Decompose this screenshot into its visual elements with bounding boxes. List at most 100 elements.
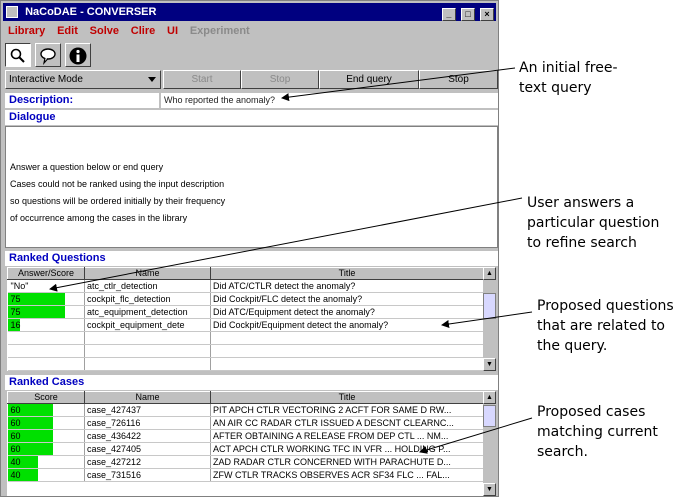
case-title: AN AIR CC RADAR CTLR ISSUED A DESCNT CLE… [210,416,483,430]
case-title: ZAD RADAR CTLR CONCERNED WITH PARACHUTE … [210,455,483,469]
stop-disabled-button[interactable]: Stop [241,70,319,89]
scroll-thumb[interactable] [483,405,496,427]
mode-select[interactable]: Interactive Mode [5,70,161,89]
dialog-tool-button[interactable] [34,43,61,67]
scroll-up-icon[interactable]: ▲ [483,267,496,280]
dialogue-line: Cases could not be ranked using the inpu… [10,179,225,189]
question-title: Did Cockpit/FLC detect the anomaly? [210,292,484,306]
table-row[interactable]: 60 case_726116 AN AIR CC RADAR CTLR ISSU… [7,416,483,430]
maximize-button[interactable]: □ [460,8,475,21]
control-row: Interactive Mode Start Stop End query St… [5,70,498,90]
dialogue-text-area: Answer a question below or end query Cas… [5,126,498,248]
app-icon [6,6,18,18]
question-title: Did Cockpit/Equipment detect the anomaly… [210,318,484,332]
case-name: case_427437 [84,403,211,417]
menu-experiment[interactable]: Experiment [190,22,250,40]
case-name: case_436422 [84,429,211,443]
table-row[interactable]: "No" atc_ctlr_detection Did ATC/CTLR det… [7,279,484,293]
dialogue-line: Answer a question below or end query [10,162,164,172]
scroll-down-icon[interactable]: ▼ [483,358,496,371]
window-title: NaCoDAE - CONVERSER [25,6,157,18]
end-query-button[interactable]: End query [319,70,419,89]
scroll-down-icon[interactable]: ▼ [483,483,496,496]
ranked-questions-heading: Ranked Questions [5,251,498,266]
cases-table: Score Name Title 60 case_427437 PIT APCH… [7,391,483,496]
case-name: case_731516 [84,468,211,482]
question-name: cockpit_flc_detection [84,292,211,306]
mode-select-value: Interactive Mode [9,74,83,85]
case-title: ZFW CTLR TRACKS OBSERVES ACR SF34 FLC ..… [210,468,483,482]
answer-cell[interactable]: "No" [7,279,85,293]
annotation-proposed-questions: Proposed questions that are related to the… [537,298,674,354]
description-input[interactable]: Who reported the anomaly? [161,93,498,108]
column-header-title[interactable]: Title [210,267,484,280]
column-header-name[interactable]: Name [84,267,211,280]
menu-clire[interactable]: Clire [131,22,155,40]
score-cell: 75 [7,292,85,306]
table-row [7,344,484,358]
close-button[interactable]: × [480,8,494,21]
table-row [7,357,484,371]
minimize-button[interactable]: _ [441,8,456,21]
chevron-down-icon [148,77,156,82]
menu-solve[interactable]: Solve [90,22,119,40]
dialog-bubble-icon [40,48,56,66]
table-row[interactable]: 60 case_436422 AFTER OBTAINING A RELEASE… [7,429,483,443]
score-cell: 60 [7,429,85,443]
score-cell: 60 [7,442,85,456]
dialogue-line: so questions will be ordered initially b… [10,196,226,206]
info-icon [69,47,87,65]
case-name: case_427212 [84,455,211,469]
questions-scrollbar[interactable]: ▲ ▼ [483,267,496,371]
dialogue-heading: Dialogue [5,110,498,125]
case-title: ACT APCH CTLR WORKING TFC IN VFR ... HOL… [210,442,483,456]
description-label: Description: [5,93,159,108]
converser-window: NaCoDAE - CONVERSER _ □ × Library Edit S… [0,0,499,497]
table-row[interactable]: 40 case_427212 ZAD RADAR CTLR CONCERNED … [7,455,483,469]
table-row[interactable]: 16 cockpit_equipment_dete Did Cockpit/Eq… [7,318,484,332]
case-title: AFTER OBTAINING A RELEASE FROM DEP CTL .… [210,429,483,443]
case-title: PIT APCH CTLR VECTORING 2 ACFT FOR SAME … [210,403,483,417]
score-cell: 75 [7,305,85,319]
table-row[interactable]: 75 cockpit_flc_detection Did Cockpit/FLC… [7,292,484,306]
column-header-score[interactable]: Score [7,391,85,404]
menu-library[interactable]: Library [8,22,45,40]
question-title: Did ATC/Equipment detect the anomaly? [210,305,484,319]
score-cell: 40 [7,455,85,469]
score-cell: 60 [7,403,85,417]
annotation-initial-query: An initial free-text query [519,60,618,96]
dialogue-line: of occurrence among the cases in the lib… [10,213,188,223]
stop-button[interactable]: Stop [419,70,498,89]
column-header-title[interactable]: Title [210,391,483,404]
toolbar [5,43,92,69]
menu-ui[interactable]: UI [167,22,178,40]
column-header-answer-score[interactable]: Answer/Score [7,267,85,280]
questions-table: Answer/Score Name Title "No" atc_ctlr_de… [7,267,484,371]
info-tool-button[interactable] [64,43,91,67]
table-row[interactable]: 60 case_427405 ACT APCH CTLR WORKING TFC… [7,442,483,456]
score-cell: 40 [7,468,85,482]
table-row[interactable]: 75 atc_equipment_detection Did ATC/Equip… [7,305,484,319]
title-bar[interactable]: NaCoDAE - CONVERSER _ □ × [3,3,496,21]
search-tool-button[interactable] [5,43,31,67]
column-header-name[interactable]: Name [84,391,211,404]
score-cell: 16 [7,318,85,332]
search-icon [10,48,25,63]
scroll-thumb[interactable] [483,293,496,319]
annotation-user-answers: User answers a particular question to refi… [527,195,660,251]
question-name: atc_ctlr_detection [84,279,211,293]
table-row[interactable]: 40 case_731516 ZFW CTLR TRACKS OBSERVES … [7,468,483,482]
menu-bar: Library Edit Solve Clire UI Experiment [3,22,496,40]
menu-edit[interactable]: Edit [57,22,78,40]
case-name: case_427405 [84,442,211,456]
question-name: cockpit_equipment_dete [84,318,211,332]
table-row[interactable]: 60 case_427437 PIT APCH CTLR VECTORING 2… [7,403,483,417]
ranked-cases-heading: Ranked Cases [5,375,498,390]
question-name: atc_equipment_detection [84,305,211,319]
start-button[interactable]: Start [163,70,241,89]
question-title: Did ATC/CTLR detect the anomaly? [210,279,484,293]
scroll-up-icon[interactable]: ▲ [483,391,496,404]
table-row [7,331,484,345]
cases-scrollbar[interactable]: ▲ ▼ [483,391,496,496]
case-name: case_726116 [84,416,211,430]
